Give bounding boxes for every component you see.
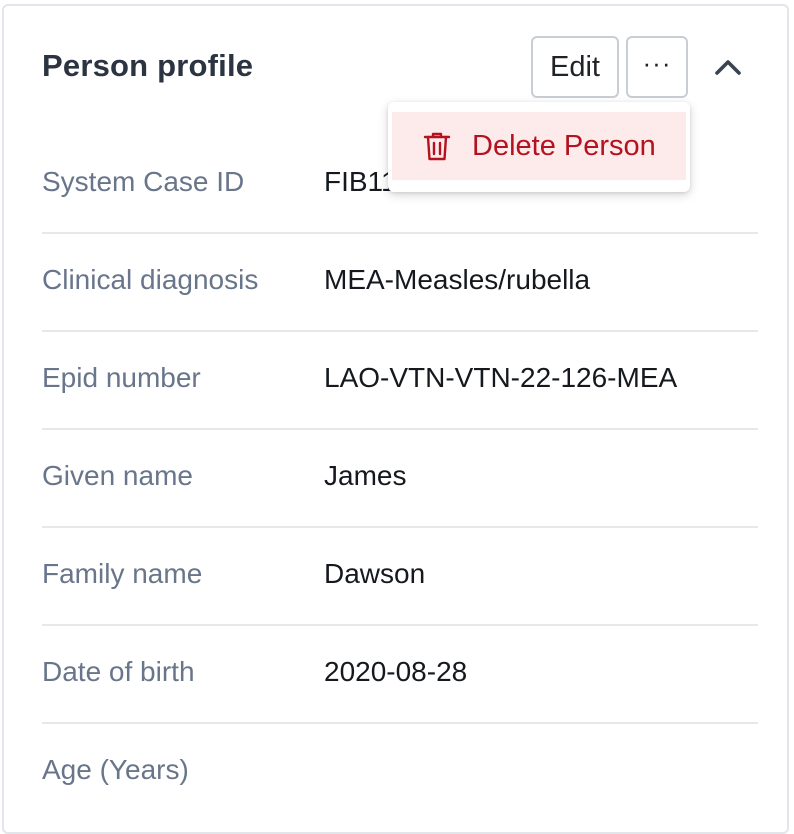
- collapse-toggle[interactable]: [710, 50, 746, 86]
- field-value: 2020-08-28: [324, 656, 468, 687]
- field-value: Dawson: [324, 558, 426, 589]
- field-label: System Case ID: [42, 166, 245, 197]
- field-value: James: [324, 460, 407, 491]
- field-value: LAO-VTN-VTN-22-126-MEA: [324, 362, 678, 393]
- field-label: Epid number: [42, 362, 201, 393]
- field-row-epid-number: Epid number LAO-VTN-VTN-22-126-MEA: [42, 332, 758, 430]
- field-row-age-years: Age (Years): [42, 724, 758, 820]
- field-value: MEA-Measles/rubella: [324, 264, 591, 295]
- actions-dropdown-menu: Delete Person: [388, 102, 690, 192]
- field-label: Age (Years): [42, 754, 189, 785]
- field-row-clinical-diagnosis: Clinical diagnosis MEA-Measles/rubella: [42, 234, 758, 332]
- more-actions-button[interactable]: ···: [626, 36, 688, 98]
- trash-icon: [423, 132, 451, 161]
- delete-person-menu-item[interactable]: Delete Person: [392, 112, 686, 180]
- field-label: Family name: [42, 558, 203, 589]
- field-row-given-name: Given name James: [42, 430, 758, 528]
- profile-fields: System Case ID FIB112000 Clinical diagno…: [42, 136, 758, 820]
- person-profile-card: Person profile Edit ··· System Case ID F…: [2, 4, 789, 834]
- field-row-date-of-birth: Date of birth 2020-08-28: [42, 626, 758, 724]
- ellipsis-icon: ···: [642, 47, 672, 78]
- field-row-family-name: Family name Dawson: [42, 528, 758, 626]
- field-label: Date of birth: [42, 656, 195, 687]
- card-title: Person profile: [42, 48, 254, 83]
- field-label: Given name: [42, 460, 193, 491]
- delete-person-label: Delete Person: [472, 129, 656, 162]
- chevron-up-icon: [715, 60, 741, 75]
- edit-button[interactable]: Edit: [531, 36, 619, 98]
- field-label: Clinical diagnosis: [42, 264, 259, 295]
